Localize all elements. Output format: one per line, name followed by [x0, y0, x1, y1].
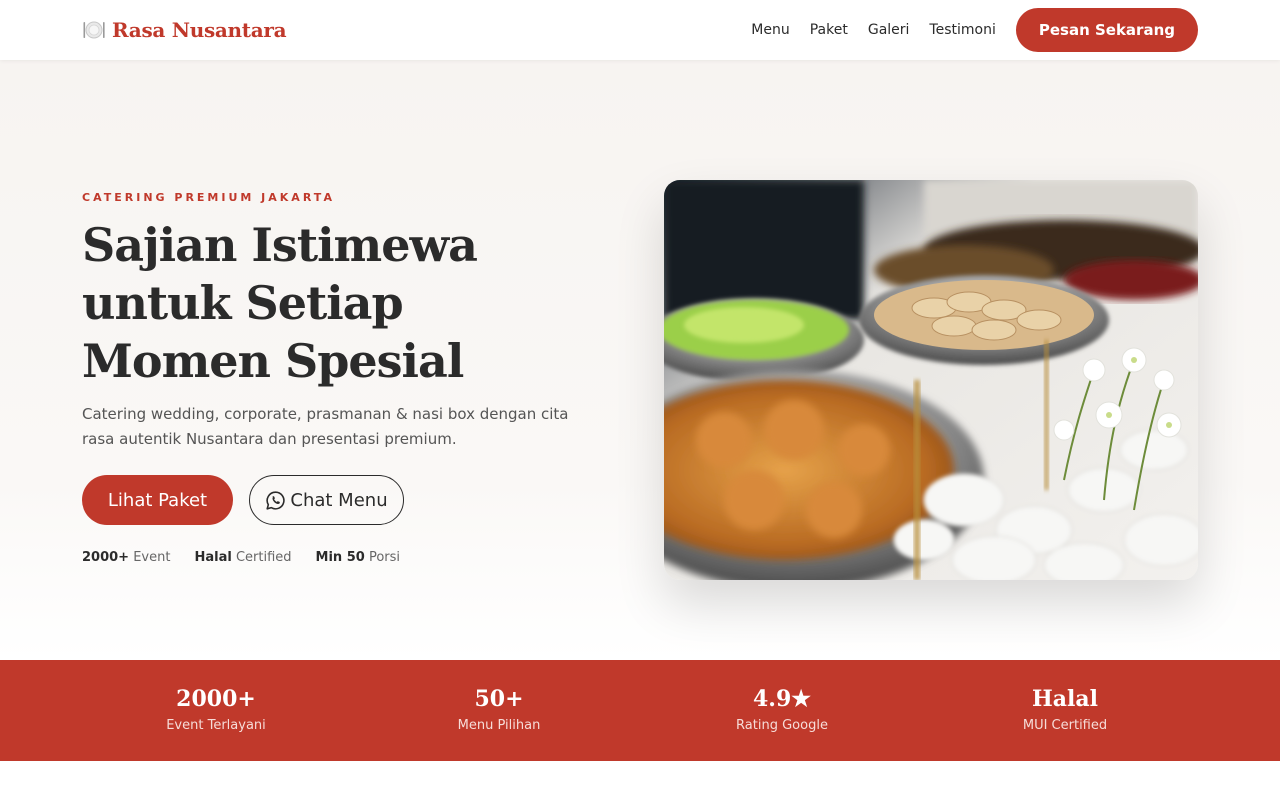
stats-bar: 2000+ Event Terlayani 50+ Menu Pilihan 4… — [0, 660, 1280, 761]
stat-label: MUI Certified — [1022, 718, 1108, 733]
nav-link-testimoni[interactable]: Testimoni — [929, 22, 995, 38]
stat-item: 2000+ Event Terlayani — [86, 660, 346, 761]
hero-image — [664, 180, 1198, 580]
navbar: Rasa Nusantara Menu Paket Galeri Testimo… — [0, 0, 1280, 60]
view-packages-button[interactable]: Lihat Paket — [82, 475, 233, 525]
hero-subtitle: Catering wedding, corporate, prasmanan &… — [82, 405, 569, 448]
headline-line: Sajian Istimewa — [82, 218, 478, 272]
stat-value: 2000+ — [176, 686, 256, 712]
fact-item: 2000+ Event — [82, 550, 171, 565]
stat-label: Menu Pilihan — [457, 718, 541, 733]
headline-line: Momen Spesial — [82, 334, 464, 388]
stat-label: Event Terlayani — [166, 718, 266, 733]
chat-menu-label: Chat Menu — [290, 489, 388, 511]
hero-facts: 2000+ Event Halal Certified Min 50 Porsi — [82, 550, 424, 565]
nav-links: Menu Paket Galeri Testimoni Pesan Sekara… — [751, 8, 1198, 52]
order-now-button[interactable]: Pesan Sekarang — [1015, 8, 1198, 52]
stat-item: 4.9★ Rating Google — [652, 660, 912, 761]
nav-link-menu[interactable]: Menu — [751, 22, 789, 38]
brand-name: Rasa Nusantara — [112, 18, 287, 42]
hero-section: CATERING PREMIUM JAKARTA Sajian Istimewa… — [0, 60, 1280, 660]
stat-item: Halal MUI Certified — [935, 660, 1195, 761]
brand-logo[interactable]: Rasa Nusantara — [82, 16, 287, 44]
headline-line: untuk Setiap — [82, 276, 404, 330]
whatsapp-icon — [265, 490, 286, 511]
chat-menu-button[interactable]: Chat Menu — [249, 475, 404, 525]
stat-value: 50+ — [474, 686, 524, 712]
hero-eyebrow: CATERING PREMIUM JAKARTA — [82, 191, 335, 204]
stat-item: 50+ Menu Pilihan — [369, 660, 629, 761]
fact-item: Halal Certified — [194, 550, 292, 565]
nav-link-paket[interactable]: Paket — [810, 22, 848, 38]
buffet-photo — [664, 180, 1198, 580]
fact-item: Min 50 Porsi — [315, 550, 400, 565]
hero-headline: Sajian Istimewa untuk Setiap Momen Spesi… — [82, 216, 542, 390]
stat-value: 4.9★ — [753, 686, 811, 712]
plate-cutlery-icon — [82, 18, 106, 42]
stat-label: Rating Google — [736, 718, 828, 733]
stat-value: Halal — [1031, 686, 1098, 712]
nav-link-galeri[interactable]: Galeri — [868, 22, 910, 38]
